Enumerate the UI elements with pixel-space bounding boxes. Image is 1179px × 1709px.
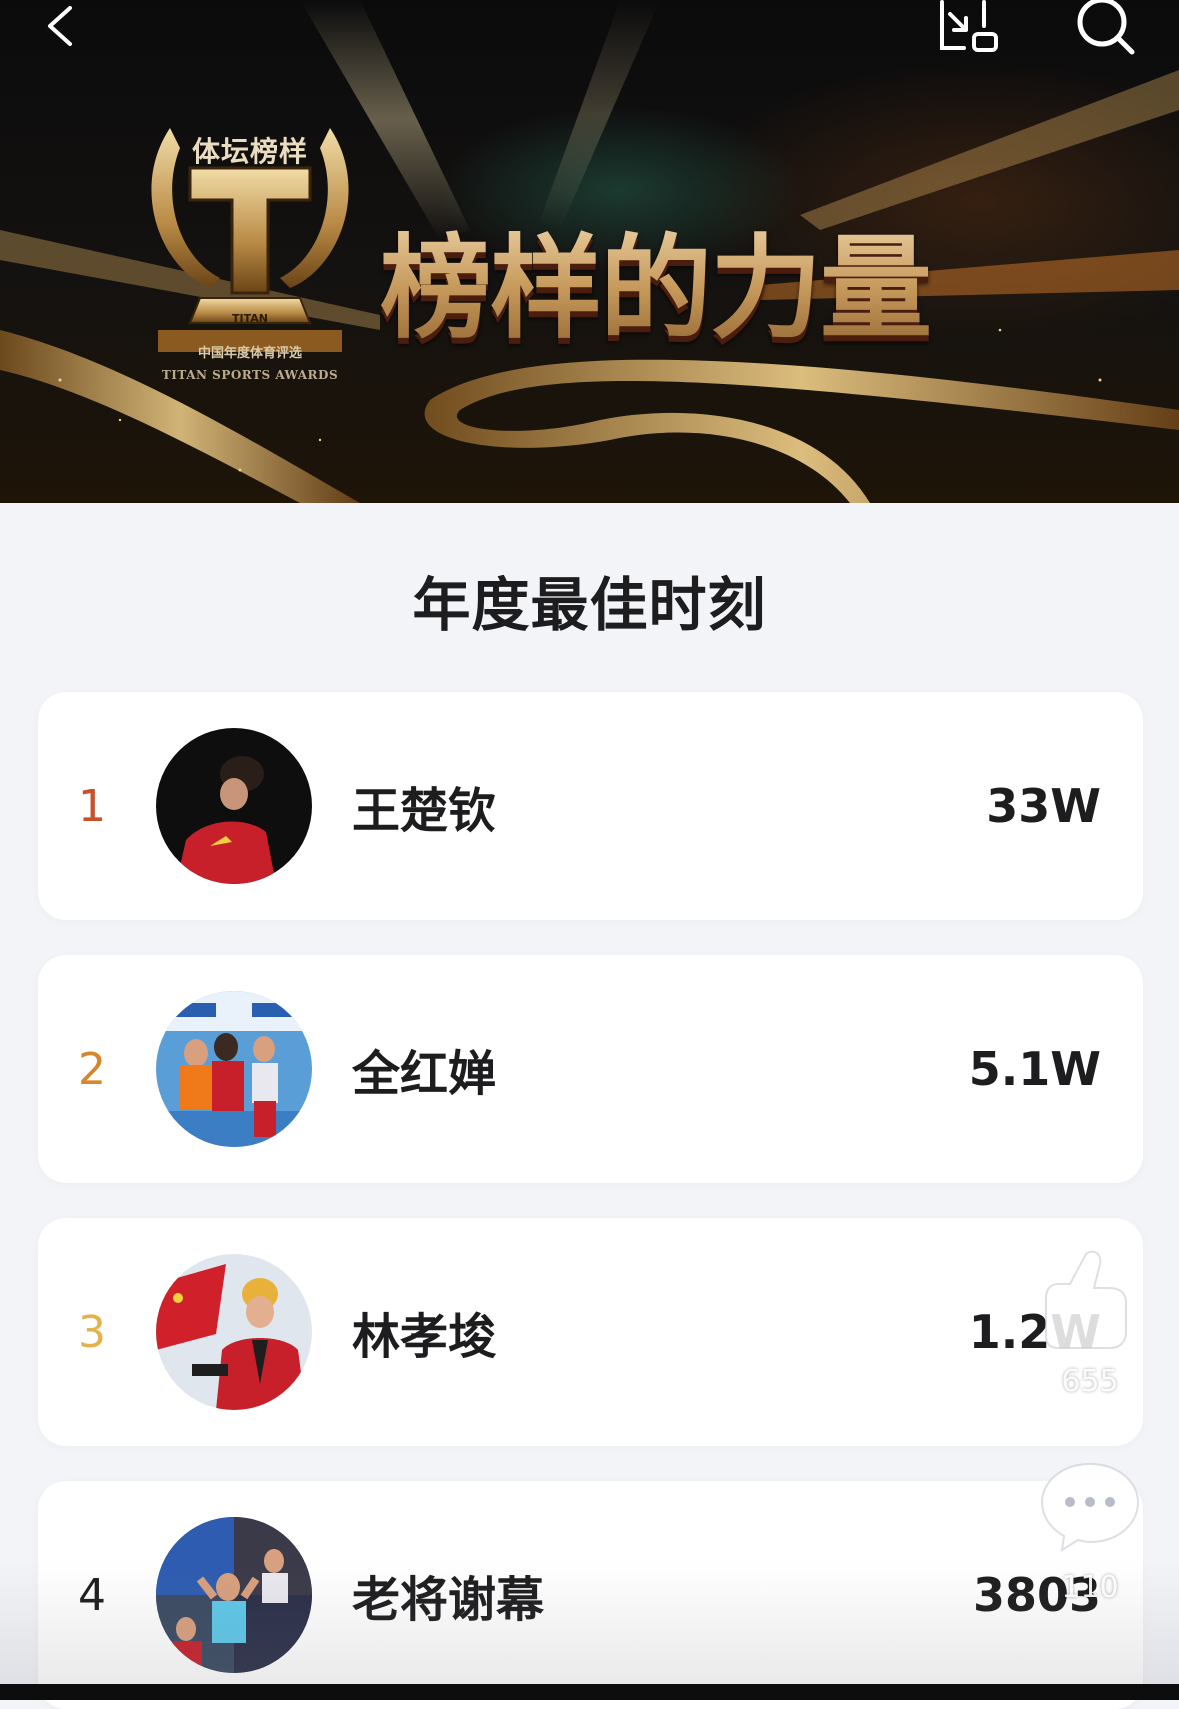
ranking-item-3[interactable]: 3 林孝埈 1.2W (38, 1218, 1143, 1446)
logo-title: 体坛榜样 (191, 135, 308, 168)
athlete-name: 王楚钦 (352, 783, 497, 839)
vote-count: 33W (986, 779, 1101, 833)
athlete-name: 林孝埈 (352, 1309, 497, 1365)
search-icon[interactable] (1070, 0, 1140, 56)
comment-icon[interactable] (1038, 1458, 1142, 1554)
rank-number: 3 (78, 1306, 106, 1358)
ranking-item-4[interactable]: 4 老将谢幕 3803 (38, 1481, 1143, 1709)
like-icon[interactable] (1040, 1244, 1132, 1354)
banner: 体坛榜样 TITAN 中国年度体育评选 TITAN SPORTS AWARDS … (0, 0, 1179, 503)
logo-badge: TITAN (232, 312, 268, 325)
rank-number: 2 (78, 1043, 106, 1095)
avatar[interactable] (156, 1254, 312, 1410)
ranking-item-2[interactable]: 2 全红婵 5.1W (38, 955, 1143, 1183)
logo-subtitle: 中国年度体育评选 (197, 346, 302, 361)
ranking-item-1[interactable]: 1 王楚钦 33W (38, 692, 1143, 920)
rank-number: 4 (78, 1569, 106, 1621)
rank-number: 1 (78, 780, 106, 832)
vote-count: 5.1W (968, 1042, 1101, 1096)
avatar[interactable] (156, 1517, 312, 1673)
athlete-name: 全红婵 (352, 1046, 497, 1102)
share-icon[interactable] (934, 0, 1006, 56)
back-icon[interactable] (40, 4, 80, 48)
avatar[interactable] (156, 991, 312, 1147)
logo-english: TITAN SPORTS AWARDS (161, 368, 339, 382)
avatar[interactable] (156, 728, 312, 884)
bottom-bar (0, 1684, 1179, 1700)
comment-count: 110 (1061, 1570, 1119, 1605)
like-count: 655 (1061, 1364, 1119, 1399)
athlete-name: 老将谢幕 (352, 1572, 545, 1628)
page-title: 年度最佳时刻 (412, 571, 767, 639)
banner-slogan: 榜样的力量 (380, 198, 932, 360)
